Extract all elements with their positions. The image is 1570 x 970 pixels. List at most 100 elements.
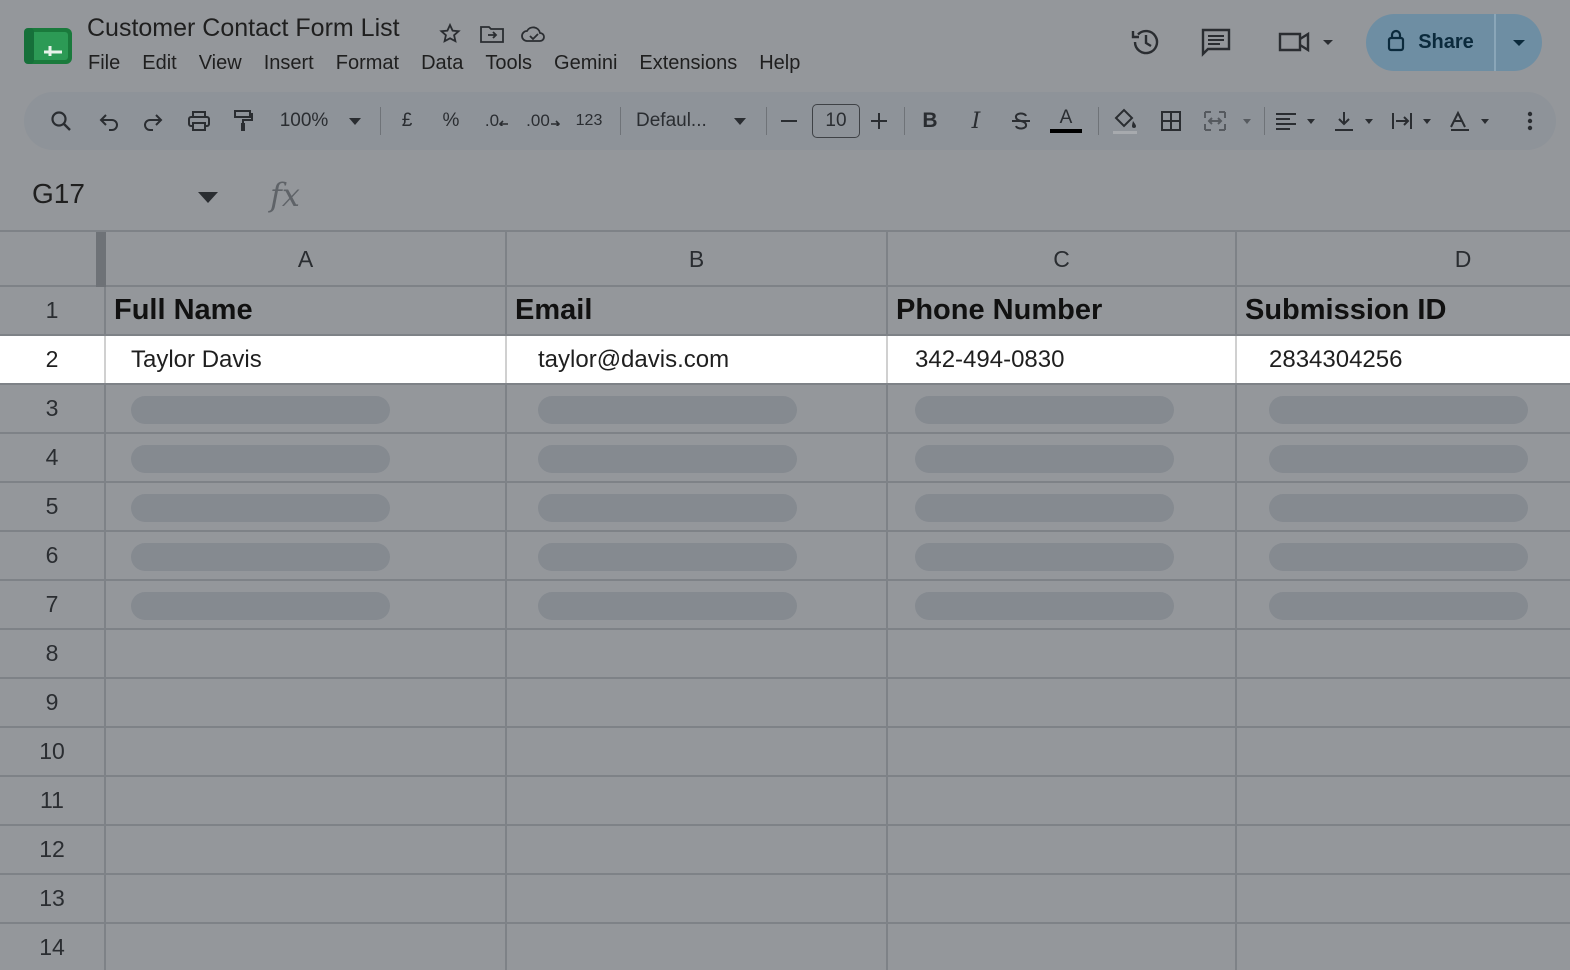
redo-icon[interactable]	[138, 92, 168, 150]
paint-format-icon[interactable]	[228, 92, 258, 150]
cell-c4[interactable]	[888, 434, 1237, 481]
cell-b3[interactable]	[507, 385, 888, 432]
cell-c2[interactable]: 342-494-0830	[888, 336, 1237, 383]
menu-data[interactable]: Data	[410, 52, 474, 75]
menu-view[interactable]: View	[188, 52, 253, 75]
search-icon[interactable]	[46, 92, 76, 150]
font-size-input[interactable]: 10	[812, 104, 860, 138]
cell-b5[interactable]	[507, 483, 888, 530]
menu-format[interactable]: Format	[325, 52, 410, 75]
menu-edit[interactable]: Edit	[131, 52, 187, 75]
text-color-button[interactable]: A	[1048, 92, 1084, 150]
vertical-align-icon[interactable]	[1330, 92, 1380, 150]
cell-c10[interactable]	[888, 728, 1237, 775]
horizontal-align-icon[interactable]	[1272, 92, 1322, 150]
cell-c3[interactable]	[888, 385, 1237, 432]
cell-b7[interactable]	[507, 581, 888, 628]
cell-b8[interactable]	[507, 630, 888, 677]
increase-decimal-button[interactable]: .00	[524, 92, 562, 150]
more-options-icon[interactable]	[1518, 92, 1542, 150]
cell-c8[interactable]	[888, 630, 1237, 677]
print-icon[interactable]	[184, 92, 214, 150]
row-header[interactable]: 10	[0, 728, 106, 775]
row-header[interactable]: 3	[0, 385, 106, 432]
borders-icon[interactable]	[1156, 92, 1186, 150]
undo-icon[interactable]	[94, 92, 124, 150]
cell-c14[interactable]	[888, 924, 1237, 970]
cell-d12[interactable]	[1237, 826, 1570, 873]
name-box[interactable]: G17	[32, 178, 85, 210]
cell-a3[interactable]	[106, 385, 507, 432]
cell-a4[interactable]	[106, 434, 507, 481]
row-header[interactable]: 14	[0, 924, 106, 970]
percent-format-button[interactable]: %	[438, 92, 464, 150]
decrease-font-size-icon[interactable]	[776, 92, 802, 150]
cell-b11[interactable]	[507, 777, 888, 824]
cell-a5[interactable]	[106, 483, 507, 530]
cell-c11[interactable]	[888, 777, 1237, 824]
font-family-select[interactable]: Defaul...	[636, 92, 720, 150]
row-header[interactable]: 9	[0, 679, 106, 726]
cell-b9[interactable]	[507, 679, 888, 726]
cell-d11[interactable]	[1237, 777, 1570, 824]
cell-c1[interactable]: Phone Number	[888, 287, 1237, 334]
cell-b4[interactable]	[507, 434, 888, 481]
cell-d10[interactable]	[1237, 728, 1570, 775]
row-header[interactable]: 2	[0, 336, 106, 383]
row-header[interactable]: 5	[0, 483, 106, 530]
sheets-logo-icon[interactable]	[24, 28, 72, 64]
cell-d8[interactable]	[1237, 630, 1570, 677]
row-header[interactable]: 7	[0, 581, 106, 628]
cell-d3[interactable]	[1237, 385, 1570, 432]
cloud-status-icon[interactable]	[520, 20, 548, 48]
menu-tools[interactable]: Tools	[474, 52, 543, 75]
cell-a12[interactable]	[106, 826, 507, 873]
name-box-dropdown-icon[interactable]	[198, 190, 218, 208]
cell-a7[interactable]	[106, 581, 507, 628]
italic-button[interactable]: I	[962, 92, 990, 150]
zoom-dropdown-icon[interactable]	[344, 92, 366, 150]
row-header[interactable]: 8	[0, 630, 106, 677]
cell-a11[interactable]	[106, 777, 507, 824]
cell-b2[interactable]: taylor@davis.com	[507, 336, 888, 383]
cell-a1[interactable]: Full Name	[106, 287, 507, 334]
cell-d1[interactable]: Submission ID	[1237, 287, 1570, 334]
bold-button[interactable]: B	[916, 92, 944, 150]
row-header[interactable]: 1	[0, 287, 106, 334]
menu-help[interactable]: Help	[748, 52, 811, 75]
cell-d2[interactable]: 2834304256	[1237, 336, 1570, 383]
column-header-d[interactable]: D	[1237, 232, 1570, 287]
strikethrough-icon[interactable]	[1006, 92, 1036, 150]
currency-format-button[interactable]: £	[394, 92, 420, 150]
column-header-a[interactable]: A	[106, 232, 507, 287]
cell-d4[interactable]	[1237, 434, 1570, 481]
font-dropdown-icon[interactable]	[728, 92, 752, 150]
cell-b12[interactable]	[507, 826, 888, 873]
document-title[interactable]: Customer Contact Form List	[87, 14, 400, 43]
cell-a8[interactable]	[106, 630, 507, 677]
text-rotation-icon[interactable]	[1446, 92, 1496, 150]
column-header-b[interactable]: B	[507, 232, 888, 287]
meet-video-icon[interactable]	[1274, 22, 1338, 62]
cell-b13[interactable]	[507, 875, 888, 922]
menu-insert[interactable]: Insert	[253, 52, 325, 75]
cell-a10[interactable]	[106, 728, 507, 775]
select-all-corner[interactable]	[0, 232, 106, 287]
cell-d9[interactable]	[1237, 679, 1570, 726]
cell-a14[interactable]	[106, 924, 507, 970]
merge-cells-icon[interactable]	[1202, 92, 1254, 150]
cell-c5[interactable]	[888, 483, 1237, 530]
cell-b1[interactable]: Email	[507, 287, 888, 334]
menu-extensions[interactable]: Extensions	[628, 52, 748, 75]
cell-d5[interactable]	[1237, 483, 1570, 530]
cell-d6[interactable]	[1237, 532, 1570, 579]
row-header[interactable]: 11	[0, 777, 106, 824]
cell-c6[interactable]	[888, 532, 1237, 579]
cell-a6[interactable]	[106, 532, 507, 579]
cell-a2[interactable]: Taylor Davis	[106, 336, 507, 383]
cell-a13[interactable]	[106, 875, 507, 922]
cell-c13[interactable]	[888, 875, 1237, 922]
fill-color-icon[interactable]	[1108, 92, 1142, 150]
row-header[interactable]: 4	[0, 434, 106, 481]
cell-d14[interactable]	[1237, 924, 1570, 970]
